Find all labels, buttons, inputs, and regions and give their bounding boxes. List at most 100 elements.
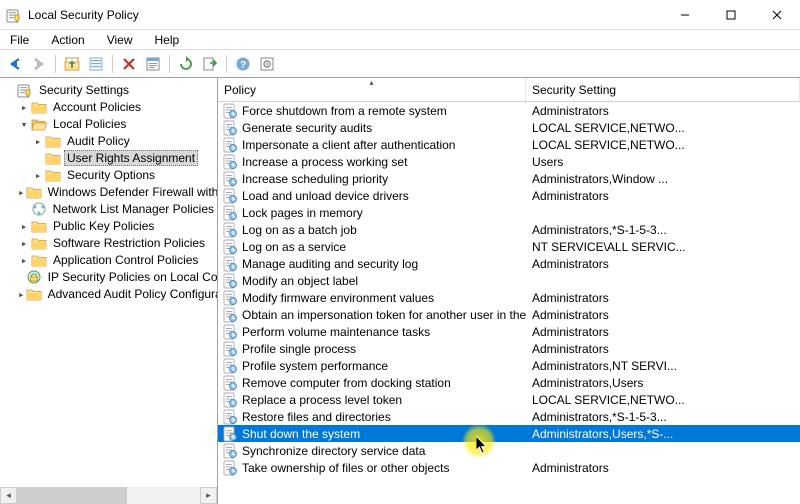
list-row[interactable]: Lock pages in memory bbox=[218, 204, 800, 221]
expand-icon[interactable]: ▸ bbox=[32, 135, 44, 148]
list-row[interactable]: Increase a process working setUsers bbox=[218, 153, 800, 170]
security-setting: Administrators bbox=[526, 342, 800, 356]
policy-icon bbox=[222, 358, 238, 374]
security-setting: Administrators,Users bbox=[526, 376, 800, 390]
policy-icon bbox=[222, 307, 238, 323]
list-row[interactable]: Shut down the systemAdministrators,Users… bbox=[218, 425, 800, 442]
menu-view[interactable]: View bbox=[103, 32, 137, 48]
toolbar-separator bbox=[55, 55, 56, 73]
menu-action[interactable]: Action bbox=[47, 32, 88, 48]
policy-name: Synchronize directory service data bbox=[242, 444, 425, 458]
expand-icon[interactable]: ▸ bbox=[18, 220, 30, 233]
column-header-setting[interactable]: Security Setting bbox=[526, 78, 800, 101]
list-row[interactable]: Perform volume maintenance tasksAdminist… bbox=[218, 323, 800, 340]
expand-icon[interactable]: ▸ bbox=[18, 237, 30, 250]
list-row[interactable]: Impersonate a client after authenticatio… bbox=[218, 136, 800, 153]
list-row[interactable]: Profile system performanceAdministrators… bbox=[218, 357, 800, 374]
expand-icon[interactable]: ▸ bbox=[18, 288, 25, 301]
policy-name: Shut down the system bbox=[242, 427, 360, 441]
column-header-policy[interactable]: Policy ▴ bbox=[218, 78, 526, 101]
tree-publickey[interactable]: ▸ Public Key Policies bbox=[18, 218, 217, 234]
list-view-button[interactable] bbox=[85, 53, 107, 75]
help-button[interactable] bbox=[232, 53, 254, 75]
list-row[interactable]: Modify firmware environment valuesAdmini… bbox=[218, 289, 800, 306]
tree-label: IP Security Policies on Local Computer bbox=[45, 269, 218, 285]
tree-user-rights[interactable]: ▸ User Rights Assignment bbox=[32, 150, 217, 166]
menu-file[interactable]: File bbox=[6, 32, 33, 48]
list-row[interactable]: Remove computer from docking station Admi… bbox=[218, 374, 800, 391]
list-row[interactable]: Generate security auditsLOCAL SERVICE,NE… bbox=[218, 119, 800, 136]
expand-icon[interactable]: ▸ bbox=[18, 254, 30, 267]
scroll-thumb[interactable] bbox=[17, 487, 127, 504]
window-title: Local Security Policy bbox=[28, 8, 662, 22]
up-button[interactable] bbox=[61, 53, 83, 75]
menu-help[interactable]: Help bbox=[151, 32, 184, 48]
toolbar-separator bbox=[169, 55, 170, 73]
expand-icon[interactable]: ▸ bbox=[18, 186, 25, 199]
minimize-button[interactable] bbox=[662, 0, 708, 29]
security-setting: Administrators bbox=[526, 308, 800, 322]
tree-horizontal-scrollbar[interactable]: ◂ ▸ bbox=[0, 487, 217, 504]
list-row[interactable]: Obtain an impersonation token for anothe… bbox=[218, 306, 800, 323]
expand-icon[interactable]: ▸ bbox=[18, 101, 30, 114]
refresh-button[interactable] bbox=[175, 53, 197, 75]
policy-icon bbox=[222, 188, 238, 204]
list-row[interactable]: Profile single processAdministrators bbox=[218, 340, 800, 357]
list-row[interactable]: Synchronize directory service data bbox=[218, 442, 800, 459]
security-setting: Administrators bbox=[526, 189, 800, 203]
policy-name: Manage auditing and security log bbox=[242, 257, 418, 271]
close-button[interactable] bbox=[754, 0, 800, 29]
tree-firewall[interactable]: ▸ Windows Defender Firewall with Advance… bbox=[18, 184, 217, 200]
tree[interactable]: ▸ Security Settings ▸ Account Policies ▾… bbox=[0, 78, 217, 302]
list-body[interactable]: Force shutdown from a remote systemAdmin… bbox=[218, 102, 800, 504]
folder-icon bbox=[31, 235, 47, 251]
list-row[interactable]: Restore files and directoriesAdministrat… bbox=[218, 408, 800, 425]
tree-advaudit[interactable]: ▸ Advanced Audit Policy Configuration bbox=[18, 286, 217, 302]
delete-button[interactable] bbox=[118, 53, 140, 75]
scroll-left-button[interactable]: ◂ bbox=[0, 487, 17, 504]
list-row[interactable]: Log on as a serviceNT SERVICE\ALL SERVIC… bbox=[218, 238, 800, 255]
security-setting: Administrators,*S-1-5-3... bbox=[526, 410, 800, 424]
tree-root[interactable]: ▸ Security Settings bbox=[4, 82, 217, 98]
folder-icon bbox=[45, 133, 61, 149]
security-setting: Administrators,NT SERVI... bbox=[526, 359, 800, 373]
list-row[interactable]: Modify an object label bbox=[218, 272, 800, 289]
maximize-button[interactable] bbox=[708, 0, 754, 29]
collapse-icon[interactable]: ▾ bbox=[18, 118, 30, 131]
list-row[interactable]: Replace a process level tokenLOCAL SERVI… bbox=[218, 391, 800, 408]
settings-button[interactable] bbox=[256, 53, 278, 75]
tree-label: Account Policies bbox=[50, 99, 144, 115]
policy-name: Remove computer from docking station bbox=[242, 376, 451, 390]
policy-name: Increase scheduling priority bbox=[242, 172, 388, 186]
list-row[interactable]: Force shutdown from a remote systemAdmin… bbox=[218, 102, 800, 119]
policy-name: Modify an object label bbox=[242, 274, 358, 288]
tree-label: Network List Manager Policies bbox=[50, 201, 217, 217]
tree-audit-policy[interactable]: ▸ Audit Policy bbox=[32, 133, 217, 149]
expand-icon[interactable]: ▸ bbox=[32, 169, 44, 182]
policy-icon bbox=[222, 154, 238, 170]
list-header: Policy ▴ Security Setting bbox=[218, 78, 800, 102]
list-row[interactable]: Manage auditing and security logAdminist… bbox=[218, 255, 800, 272]
policy-name: Log on as a batch job bbox=[242, 223, 357, 237]
tree-swrestrict[interactable]: ▸ Software Restriction Policies bbox=[18, 235, 217, 251]
list-row[interactable]: Increase scheduling priorityAdministrato… bbox=[218, 170, 800, 187]
export-button[interactable] bbox=[199, 53, 221, 75]
properties-button[interactable] bbox=[142, 53, 164, 75]
tree-label: Security Options bbox=[64, 167, 158, 183]
scroll-track[interactable] bbox=[17, 487, 200, 504]
security-setting: Administrators bbox=[526, 325, 800, 339]
back-button[interactable] bbox=[4, 53, 26, 75]
policy-name: Obtain an impersonation token for anothe… bbox=[242, 308, 526, 322]
forward-button[interactable] bbox=[28, 53, 50, 75]
tree-ipsec[interactable]: ▸ IP Security Policies on Local Computer bbox=[18, 269, 217, 285]
list-row[interactable]: Log on as a batch jobAdministrators,*S-1… bbox=[218, 221, 800, 238]
list-row[interactable]: Load and unload device driversAdministra… bbox=[218, 187, 800, 204]
tree-netlist[interactable]: ▸ Network List Manager Policies bbox=[18, 201, 217, 217]
list-row[interactable]: Take ownership of files or other objects… bbox=[218, 459, 800, 476]
scroll-right-button[interactable]: ▸ bbox=[200, 487, 217, 504]
tree-local-policies[interactable]: ▾ Local Policies bbox=[18, 116, 217, 132]
tree-account-policies[interactable]: ▸ Account Policies bbox=[18, 99, 217, 115]
policy-name: Impersonate a client after authenticatio… bbox=[242, 138, 455, 152]
tree-appcontrol[interactable]: ▸ Application Control Policies bbox=[18, 252, 217, 268]
tree-security-options[interactable]: ▸ Security Options bbox=[32, 167, 217, 183]
